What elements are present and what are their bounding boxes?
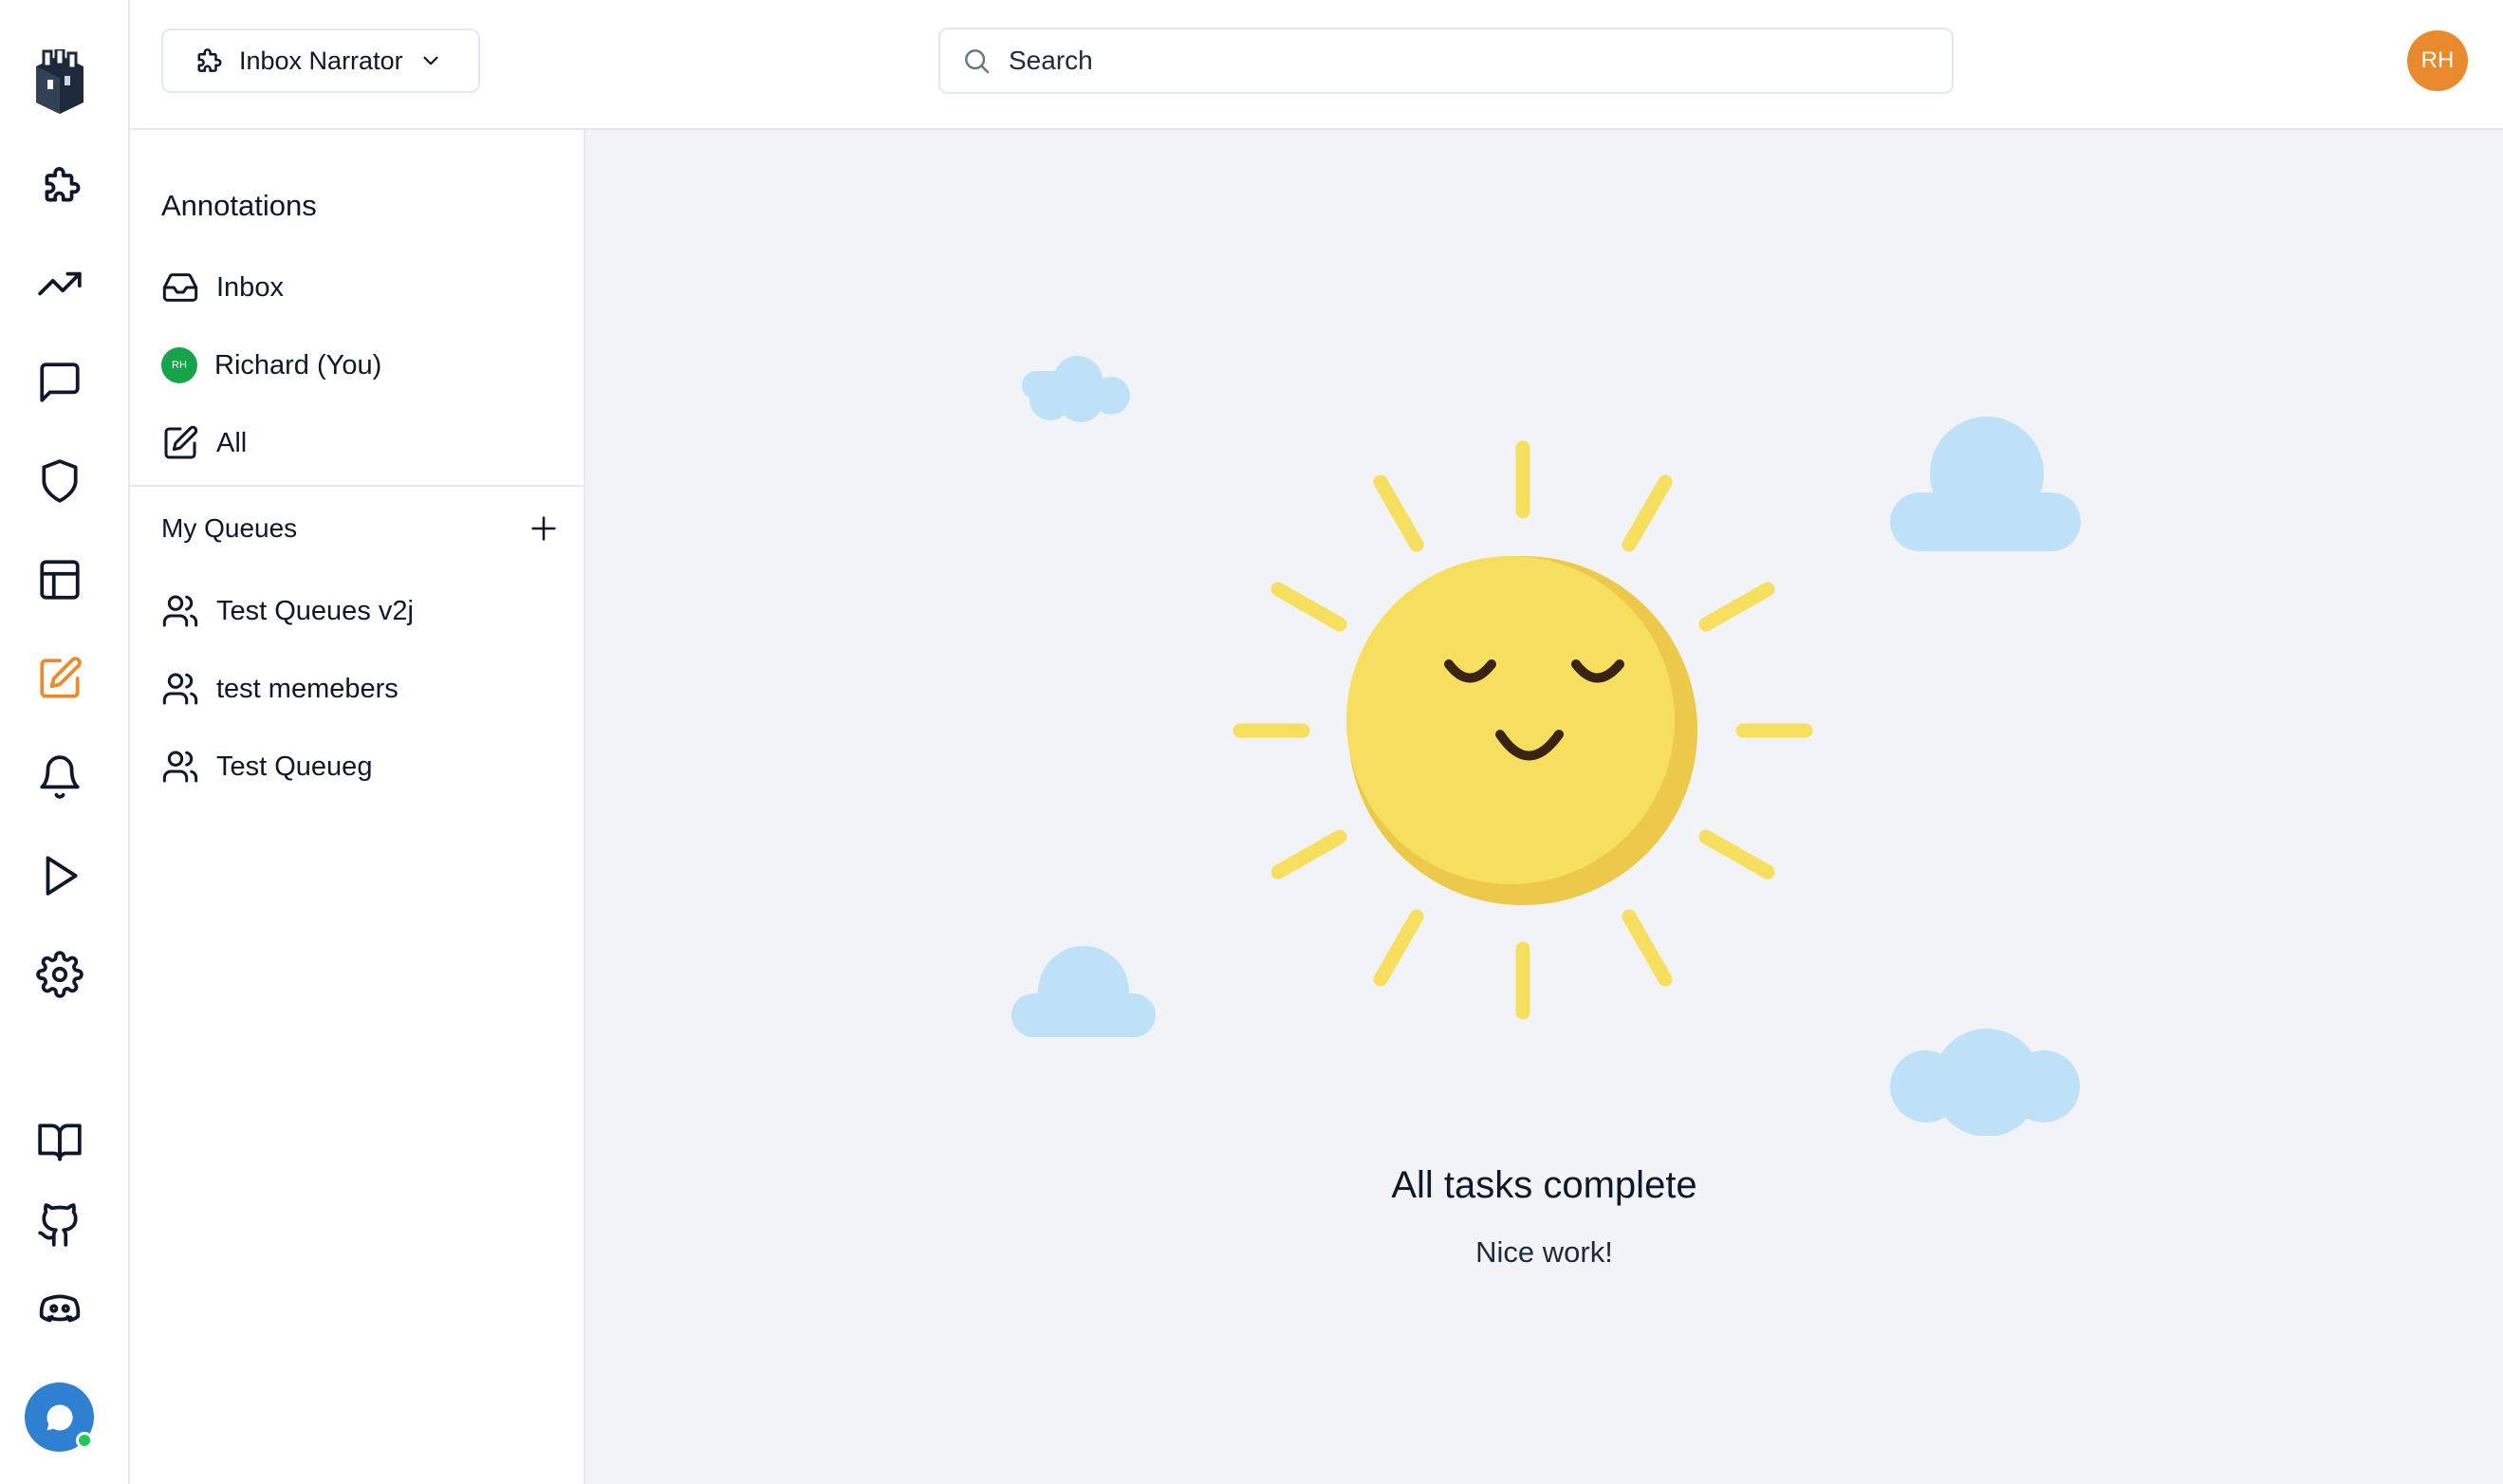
puzzle-icon[interactable] bbox=[32, 158, 87, 213]
queue-item[interactable]: test memebers bbox=[161, 662, 560, 715]
edit-icon bbox=[161, 424, 199, 462]
plus-icon bbox=[531, 516, 556, 541]
bell-icon[interactable] bbox=[32, 750, 87, 805]
search-icon bbox=[961, 46, 992, 76]
sidebar-heading: Annotations bbox=[161, 189, 317, 222]
users-icon bbox=[161, 670, 199, 708]
table-icon[interactable] bbox=[32, 552, 87, 607]
discord-icon[interactable] bbox=[32, 1281, 87, 1336]
icon-rail bbox=[0, 0, 130, 1484]
search-box bbox=[938, 28, 1954, 94]
edit-icon[interactable] bbox=[32, 651, 87, 706]
sidebar-item-label: Richard (You) bbox=[214, 349, 382, 380]
sidebar-item-label: Inbox bbox=[216, 271, 284, 303]
app-logo-icon[interactable] bbox=[30, 49, 89, 118]
project-name: Inbox Narrator bbox=[239, 46, 403, 75]
top-bar: Inbox Narrator RH bbox=[130, 0, 2503, 130]
online-status-dot bbox=[76, 1432, 93, 1449]
settings-icon[interactable] bbox=[32, 947, 87, 1002]
chevron-down-icon bbox=[418, 48, 443, 73]
sun-face bbox=[1346, 556, 1675, 884]
project-selector[interactable]: Inbox Narrator bbox=[161, 28, 480, 93]
empty-state-title: All tasks complete bbox=[1391, 1164, 1697, 1206]
sidebar-item-richard[interactable]: RH Richard (You) bbox=[161, 339, 560, 392]
chat-bubble-icon bbox=[46, 1403, 73, 1430]
shield-icon[interactable] bbox=[32, 454, 87, 509]
empty-state-subtitle: Nice work! bbox=[1475, 1235, 1613, 1269]
sidebar-item-all[interactable]: All bbox=[161, 417, 560, 470]
trending-up-icon[interactable] bbox=[32, 256, 87, 311]
github-icon[interactable] bbox=[32, 1197, 87, 1252]
user-avatar[interactable]: RH bbox=[2407, 30, 2468, 91]
add-queue-button[interactable] bbox=[523, 508, 565, 549]
message-square-icon[interactable] bbox=[32, 355, 87, 410]
users-icon bbox=[161, 748, 199, 786]
cloud-icon bbox=[1022, 356, 1130, 422]
avatar: RH bbox=[161, 347, 197, 383]
queue-label: Test Queueg bbox=[216, 751, 373, 782]
sun-illustration bbox=[1011, 356, 2081, 1136]
users-icon bbox=[161, 592, 199, 630]
queue-label: test memebers bbox=[216, 673, 399, 704]
sidebar-item-inbox[interactable]: Inbox bbox=[161, 261, 560, 314]
play-icon[interactable] bbox=[32, 848, 87, 903]
cloud-icon bbox=[1890, 1029, 2080, 1136]
cloud-icon bbox=[1011, 946, 1156, 1037]
search-input[interactable] bbox=[1009, 46, 1919, 76]
cloud-icon bbox=[1890, 417, 2081, 551]
puzzle-icon bbox=[192, 45, 224, 77]
cloud-icon bbox=[1038, 398, 1040, 399]
queue-item[interactable]: Test Queues v2j bbox=[161, 584, 560, 638]
queue-label: Test Queues v2j bbox=[216, 595, 414, 626]
sidebar-item-label: All bbox=[216, 427, 248, 458]
book-icon[interactable] bbox=[32, 1114, 87, 1169]
inbox-icon bbox=[161, 269, 199, 306]
annotations-sidebar: Annotations Inbox RH Richard (You) All M… bbox=[130, 130, 585, 1484]
main-content: All tasks complete Nice work! bbox=[585, 130, 2503, 1484]
queue-item[interactable]: Test Queueg bbox=[161, 740, 560, 793]
my-queues-heading: My Queues bbox=[161, 513, 298, 543]
sidebar-divider bbox=[130, 485, 584, 487]
